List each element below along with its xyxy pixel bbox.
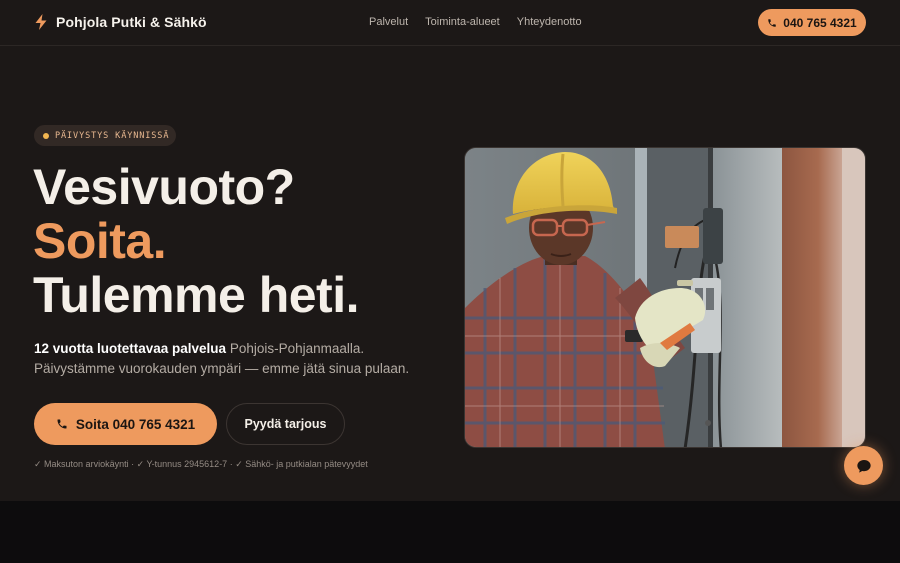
- hero-lead: 12 vuotta luotettavaa palvelua Pohjois-P…: [34, 339, 444, 379]
- status-badge: PÄIVYSTYS KÄYNNISSÄ: [34, 125, 176, 146]
- headline-line-1: Vesivuoto?: [33, 159, 295, 215]
- phone-icon: [768, 18, 777, 27]
- request-quote-button[interactable]: Pyydä tarjous: [226, 403, 345, 445]
- next-section: [0, 501, 900, 563]
- main-nav: Palvelut Toiminta-alueet Yhteydenotto: [369, 16, 582, 28]
- status-badge-text: PÄIVYSTYS KÄYNNISSÄ: [55, 130, 170, 141]
- bolt-icon: [35, 14, 47, 30]
- chat-button[interactable]: [844, 446, 883, 485]
- headline-line-2: Soita.: [33, 213, 167, 269]
- chat-bubble-icon: [856, 459, 871, 473]
- call-button[interactable]: Soita 040 765 4321: [34, 403, 217, 445]
- header-call-button[interactable]: 040 765 4321: [758, 9, 866, 36]
- headline-line-3: Tulemme heti.: [33, 267, 359, 323]
- electrician-photo: [464, 147, 866, 448]
- call-button-label: Soita 040 765 4321: [75, 416, 196, 432]
- nav-link-palvelut[interactable]: Palvelut: [369, 16, 408, 28]
- hero-headline: Vesivuoto? Soita. Tulemme heti.: [33, 160, 359, 322]
- electrician-illustration: [465, 148, 865, 447]
- header-call-label: 040 765 4321: [783, 15, 857, 30]
- nav-link-toiminta-alueet[interactable]: Toiminta-alueet: [425, 16, 500, 28]
- request-quote-label: Pyydä tarjous: [244, 417, 327, 431]
- phone-icon: [57, 419, 67, 429]
- hero-lead-strong: 12 vuotta luotettavaa palvelua: [34, 341, 227, 356]
- brand-name: Pohjola Putki & Sähkö: [56, 14, 207, 30]
- nav-link-yhteydenotto[interactable]: Yhteydenotto: [517, 16, 582, 28]
- site-header: Pohjola Putki & Sähkö Palvelut Toiminta-…: [0, 0, 900, 46]
- brand[interactable]: Pohjola Putki & Sähkö: [34, 14, 207, 30]
- trust-line: ✓ Maksuton arviokäynti · ✓ Y-tunnus 2945…: [34, 459, 368, 469]
- status-dot-icon: [43, 132, 49, 139]
